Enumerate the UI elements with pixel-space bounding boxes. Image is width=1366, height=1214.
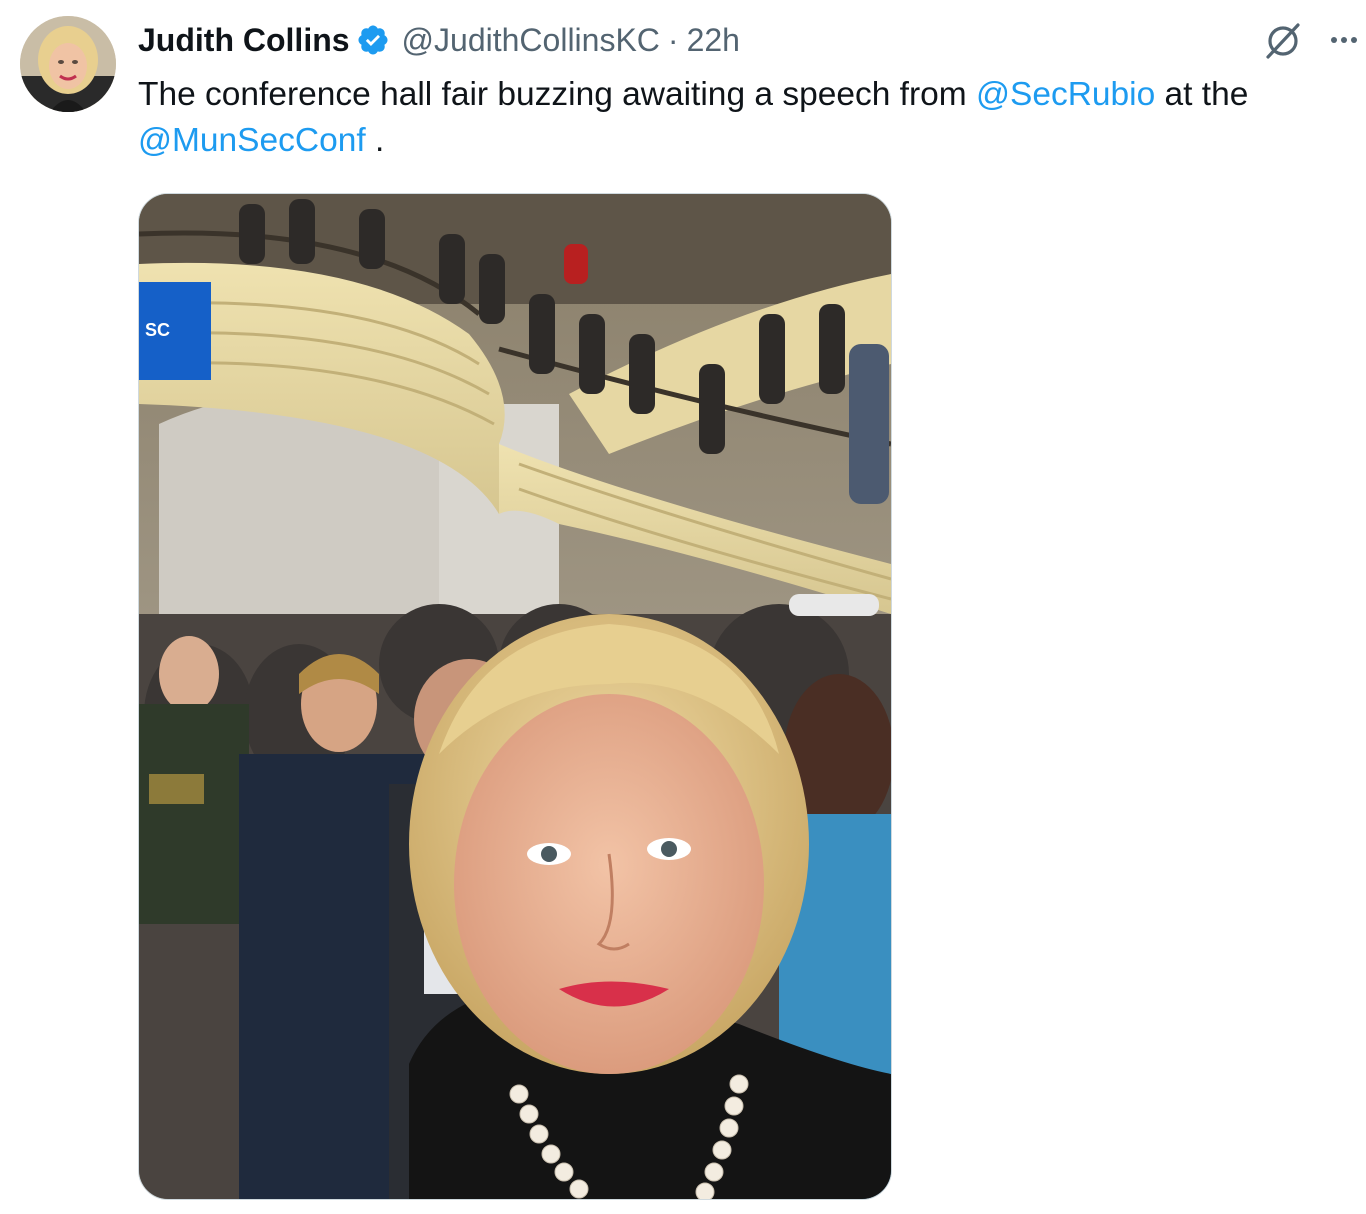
grok-icon[interactable] <box>1262 19 1304 61</box>
verified-badge-icon <box>358 25 388 55</box>
mention-link[interactable]: @SecRubio <box>976 76 1155 113</box>
conference-selfie-image: SC <box>139 194 891 1199</box>
tweet-text: The conference hall fair buzzing awaitin… <box>138 72 1360 164</box>
tweet-header: Judith Collins @JudithCollinsKC · 22h <box>138 20 740 60</box>
screen-text: SC <box>145 320 170 340</box>
tweet-text-part: at the <box>1155 76 1249 113</box>
tweet-text-part: . <box>365 122 385 159</box>
tweet-time[interactable]: 22h <box>687 22 740 59</box>
avatar-image <box>20 16 116 112</box>
header-actions <box>1262 20 1358 60</box>
more-options-icon[interactable] <box>1330 35 1358 45</box>
author-handle[interactable]: @JudithCollinsKC <box>402 22 660 59</box>
tweet-media-photo[interactable]: SC <box>138 193 892 1200</box>
author-name[interactable]: Judith Collins <box>138 22 350 59</box>
avatar[interactable] <box>20 16 116 112</box>
separator-dot: · <box>667 21 679 58</box>
tweet-text-part: The conference hall fair buzzing awaitin… <box>138 76 976 113</box>
mention-link[interactable]: @MunSecConf <box>138 122 366 159</box>
